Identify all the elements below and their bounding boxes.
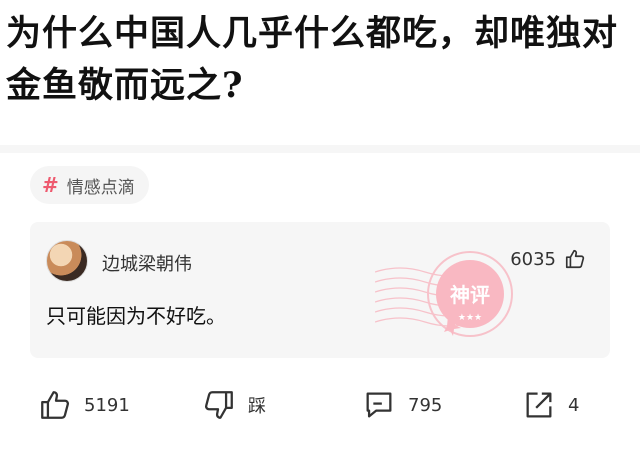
share-button[interactable]: 4: [522, 388, 579, 422]
top-comment-card[interactable]: 边城梁朝伟 神评 ★★★ 6035 只可能因为不好吃。: [30, 222, 610, 358]
thumbs-up-icon: [41, 391, 70, 419]
downvote-label: 踩: [248, 396, 266, 417]
comment-button[interactable]: 795: [362, 388, 442, 422]
downvote-button[interactable]: 踩: [202, 388, 266, 422]
upvote-count: 5191: [84, 394, 130, 416]
share-icon: [526, 392, 552, 418]
comment-like-count: 6035: [510, 248, 556, 270]
svg-text:★★★: ★★★: [458, 313, 482, 323]
comment-text: 只可能因为不好吃。: [46, 304, 226, 328]
question-header: 为什么中国人几乎什么都吃，却唯独对金鱼敬而远之?: [0, 0, 640, 145]
comment-like-button[interactable]: 6035: [510, 248, 586, 270]
topic-tag[interactable]: # 情感点滴: [30, 166, 149, 204]
share-count: 4: [568, 394, 580, 416]
comment-username[interactable]: 边城梁朝伟: [102, 250, 192, 276]
avatar[interactable]: [46, 240, 88, 282]
comment-count: 795: [408, 394, 443, 416]
thumbs-down-icon: [204, 391, 233, 419]
comment-icon: [366, 392, 392, 418]
stamp-label: 神评: [450, 283, 490, 307]
action-bar: 5191 踩 795 4: [0, 378, 640, 434]
topic-tag-label: 情感点滴: [66, 177, 135, 198]
thumbs-up-icon: [565, 249, 585, 269]
hash-icon: #: [42, 173, 59, 197]
section-divider: [0, 145, 640, 153]
upvote-button[interactable]: 5191: [38, 388, 130, 422]
question-title: 为什么中国人几乎什么都吃，却唯独对金鱼敬而远之?: [6, 13, 619, 106]
